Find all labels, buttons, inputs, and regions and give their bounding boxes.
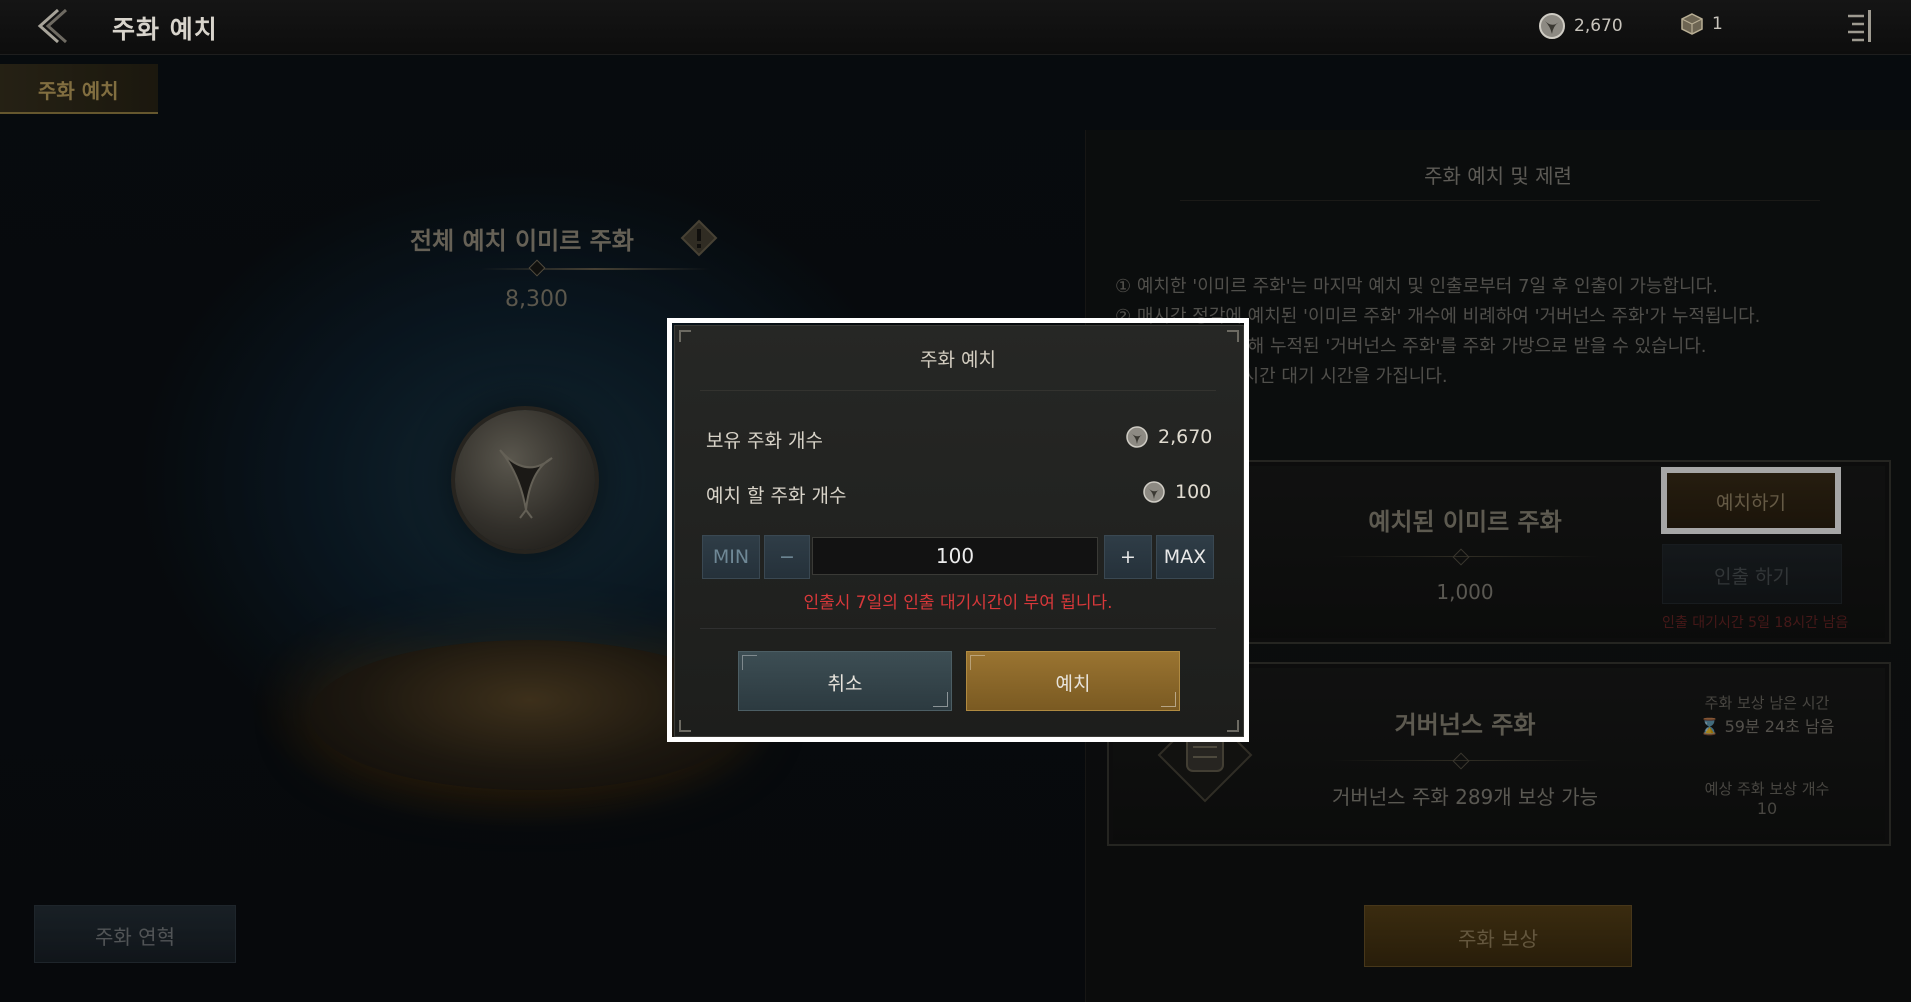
button-ornament xyxy=(933,692,948,707)
plus-icon: + xyxy=(1120,546,1136,568)
owned-coin-label: 보유 주화 개수 xyxy=(706,430,823,452)
button-ornament xyxy=(970,655,985,670)
max-label: MAX xyxy=(1163,546,1207,568)
quantity-input[interactable] xyxy=(812,537,1098,575)
minus-icon: − xyxy=(779,546,795,568)
corner-ornament xyxy=(679,720,691,732)
menu-icon[interactable] xyxy=(1842,6,1878,46)
withdraw-warning: 인출시 7일의 인출 대기시간이 부여 됩니다. xyxy=(803,593,1113,613)
confirm-deposit-button[interactable]: 예치 xyxy=(966,651,1180,711)
back-chevron-icon[interactable] xyxy=(32,6,72,46)
corner-ornament xyxy=(679,330,691,342)
imir-coin-icon xyxy=(1143,481,1165,503)
owned-coin-value: 2,670 xyxy=(1126,426,1212,448)
modal-title: 주화 예치 xyxy=(920,349,996,371)
corner-ornament xyxy=(1227,720,1239,732)
cancel-label: 취소 xyxy=(827,673,863,695)
top-bar: 주화 예치 2,670 1 xyxy=(0,0,1911,55)
max-button[interactable]: MAX xyxy=(1156,535,1214,579)
modal-divider xyxy=(700,628,1216,629)
dice-cube-icon xyxy=(1681,13,1703,35)
dice-count: 1 xyxy=(1712,14,1723,34)
owned-coin-number: 2,670 xyxy=(1158,426,1213,448)
button-ornament xyxy=(1161,692,1176,707)
min-button[interactable]: MIN xyxy=(702,535,760,579)
deposit-amount-label: 예치 할 주화 개수 xyxy=(706,485,847,507)
button-ornament xyxy=(742,655,757,670)
min-label: MIN xyxy=(712,546,750,568)
confirm-label: 예치 xyxy=(1055,673,1091,695)
deposit-amount-value: 100 xyxy=(1143,481,1211,503)
imir-coin-icon xyxy=(1126,426,1148,448)
corner-ornament xyxy=(1227,330,1239,342)
increment-button[interactable]: + xyxy=(1104,535,1152,579)
dice-balance: 1 xyxy=(1680,12,1723,36)
imir-coin-icon xyxy=(1539,13,1565,39)
deposit-amount-number: 100 xyxy=(1175,481,1212,503)
decrement-button[interactable]: − xyxy=(764,535,810,579)
cancel-button[interactable]: 취소 xyxy=(738,651,952,711)
modal-divider xyxy=(700,390,1216,391)
page-title: 주화 예치 xyxy=(112,15,218,44)
imir-coin-count: 2,670 xyxy=(1574,16,1623,36)
imir-coin-balance: 2,670 xyxy=(1538,12,1623,40)
